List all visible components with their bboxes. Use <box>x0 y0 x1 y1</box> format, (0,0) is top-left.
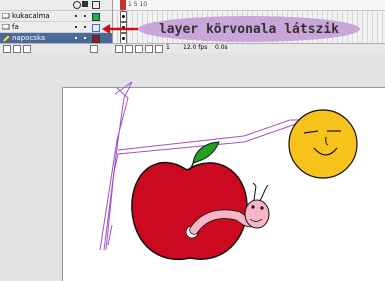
sun <box>288 109 358 179</box>
apple <box>131 141 248 261</box>
artwork-layer <box>99 81 358 261</box>
